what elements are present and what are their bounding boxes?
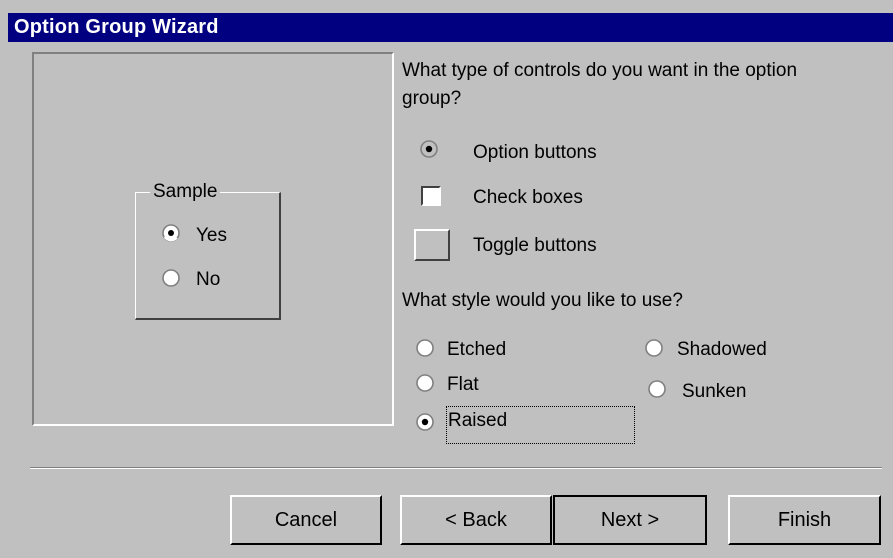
sample-group-box xyxy=(135,192,281,320)
check-boxes-label[interactable]: Check boxes xyxy=(473,187,583,209)
finish-button-label: Finish xyxy=(777,509,832,531)
cancel-button-label: Cancel xyxy=(274,509,338,531)
sample-no-radio-icon xyxy=(162,269,180,287)
sunken-label[interactable]: Sunken xyxy=(682,381,746,403)
flat-radio-icon[interactable] xyxy=(416,374,434,392)
flat-label[interactable]: Flat xyxy=(447,374,479,396)
sample-yes-label: Yes xyxy=(196,225,227,246)
style-question: What style would you like to use? xyxy=(402,290,683,311)
controls-question-line1: What type of controls do you want in the… xyxy=(402,60,798,81)
title-bar[interactable]: Option Group Wizard xyxy=(8,13,893,42)
button-separator xyxy=(30,467,882,469)
next-button[interactable]: Next > xyxy=(553,495,707,545)
sample-group-label: Sample xyxy=(150,181,221,203)
option-buttons-label[interactable]: Option buttons xyxy=(473,142,597,164)
back-button-label: < Back xyxy=(445,509,507,531)
window-title: Option Group Wizard xyxy=(14,16,219,38)
option-buttons-radio-icon[interactable] xyxy=(420,140,438,158)
sample-no-label: No xyxy=(196,269,221,290)
shadowed-label[interactable]: Shadowed xyxy=(677,339,767,361)
toggle-buttons-label[interactable]: Toggle buttons xyxy=(473,235,597,257)
back-button[interactable]: < Back xyxy=(400,495,552,545)
cancel-button[interactable]: Cancel xyxy=(230,495,382,545)
etched-radio-icon[interactable] xyxy=(416,339,434,357)
check-boxes-checkbox-icon[interactable] xyxy=(421,186,441,206)
next-button-label: Next > xyxy=(600,509,660,531)
etched-label[interactable]: Etched xyxy=(447,339,506,361)
raised-label[interactable]: Raised xyxy=(448,410,507,432)
option-group-wizard-window: Option Group Wizard Sample Yes No What t… xyxy=(0,0,893,558)
raised-radio-icon[interactable] xyxy=(416,413,434,431)
sample-yes-radio-icon xyxy=(162,224,180,242)
sunken-radio-icon[interactable] xyxy=(648,380,666,398)
finish-button[interactable]: Finish xyxy=(728,495,881,545)
shadowed-radio-icon[interactable] xyxy=(645,339,663,357)
controls-question-line2: group? xyxy=(402,88,462,109)
toggle-buttons-toggle-icon[interactable] xyxy=(414,229,450,261)
